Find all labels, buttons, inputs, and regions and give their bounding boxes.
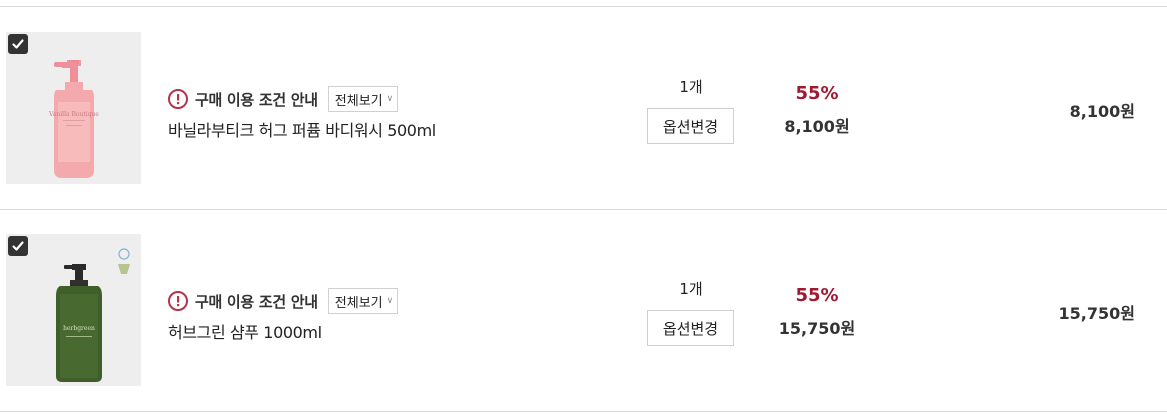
item-checkbox[interactable] [8, 236, 28, 256]
purchase-notice: 구매 이용 조건 안내 전체보기 ∨ [168, 288, 399, 314]
view-all-dropdown[interactable]: 전체보기 ∨ [327, 86, 399, 112]
purchase-notice-label: 구매 이용 조건 안내 [195, 292, 318, 311]
chevron-down-icon: ∨ [386, 296, 394, 306]
sale-price: 15,750원 [778, 319, 856, 338]
product-image-label: Vanilla Boutique [48, 111, 99, 118]
item-total-price: 15,750원 [1058, 304, 1135, 323]
product-thumbnail[interactable]: herbgreen [6, 234, 141, 386]
discount-rate: 55% [795, 285, 839, 306]
product-info: 구매 이용 조건 안내 전체보기 ∨ 바닐라부티크 허그 퍼퓸 바디워시 500… [168, 86, 436, 141]
view-all-dropdown[interactable]: 전체보기 ∨ [327, 288, 399, 314]
product-name[interactable]: 허브그린 샴푸 1000ml [168, 319, 398, 343]
divider [0, 411, 1167, 412]
quantity-label: 1개 [679, 280, 703, 298]
checkmark-icon [12, 241, 24, 251]
sale-price: 8,100원 [784, 117, 850, 136]
discount-rate: 55% [795, 83, 839, 104]
alert-icon [168, 89, 188, 109]
change-option-button[interactable]: 옵션변경 [647, 310, 734, 346]
purchase-notice-label: 구매 이용 조건 안내 [195, 90, 318, 109]
item-total-price: 8,100원 [1069, 102, 1135, 121]
bodywash-bottle-image: Vanilla Boutique [48, 60, 99, 178]
purchase-notice: 구매 이용 조건 안내 전체보기 ∨ [168, 86, 436, 112]
divider [0, 209, 1167, 210]
product-name[interactable]: 바닐라부티크 허그 퍼퓸 바디워시 500ml [168, 117, 436, 141]
shampoo-bottle-image: herbgreen [56, 248, 130, 382]
chevron-down-icon: ∨ [386, 94, 394, 104]
product-thumbnail[interactable]: Vanilla Boutique [6, 32, 141, 184]
checkmark-icon [12, 39, 24, 49]
divider [0, 6, 1167, 7]
view-all-label: 전체보기 [334, 93, 383, 109]
item-checkbox[interactable] [8, 34, 28, 54]
change-option-button[interactable]: 옵션변경 [647, 108, 734, 144]
product-info: 구매 이용 조건 안내 전체보기 ∨ 허브그린 샴푸 1000ml [168, 288, 399, 343]
alert-icon [168, 291, 188, 311]
quantity-label: 1개 [679, 78, 703, 96]
cart-list: Vanilla Boutique 구매 이용 조건 안내 전체보기 ∨ 바닐라부… [0, 0, 1167, 418]
cart-item-row: Vanilla Boutique 구매 이용 조건 안내 전체보기 ∨ 바닐라부… [0, 28, 1167, 188]
cart-item-row: herbgreen 구매 이용 조건 안내 전체보기 ∨ 허브그린 샴푸 100… [0, 230, 1167, 390]
product-image-label: herbgreen [63, 325, 95, 332]
view-all-label: 전체보기 [334, 295, 383, 311]
